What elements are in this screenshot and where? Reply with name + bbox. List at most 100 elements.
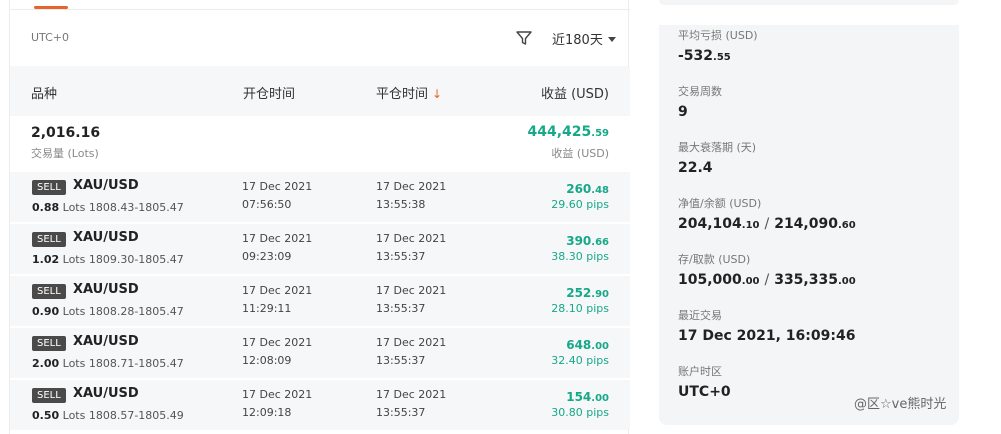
side-badge: SELL — [32, 180, 66, 195]
lots-info: 0.90 Lots 1808.28-1805.47 — [32, 305, 184, 318]
close-time: 13:55:37 — [376, 250, 426, 263]
equity-dec: .10 — [741, 220, 760, 231]
active-tab-indicator — [34, 6, 68, 9]
symbol: XAU/USD — [73, 282, 139, 297]
separator: / — [764, 216, 770, 232]
symbol: XAU/USD — [73, 334, 139, 349]
lots-value: 1.02 — [32, 253, 60, 266]
lots-value: 0.88 — [32, 201, 60, 214]
open-time: 12:09:18 — [242, 406, 292, 419]
lots-value: 2.00 — [32, 357, 60, 370]
close-time: 13:55:37 — [376, 406, 426, 419]
open-date: 17 Dec 2021 — [242, 284, 313, 297]
trade-history-panel: UTC+0 近180天 品种 开仓时间 平仓时间 ↓ 收益 (USD) 2,016… — [9, 0, 630, 434]
lots-info: 2.00 Lots 1808.71-1805.47 — [32, 357, 184, 370]
close-time: 13:55:37 — [376, 354, 426, 367]
chevron-down-icon — [607, 37, 616, 42]
header-close-time[interactable]: 平仓时间 ↓ — [376, 83, 442, 102]
lots-range: Lots 1808.43-1805.47 — [59, 201, 184, 214]
table-row[interactable]: SELL XAU/USD 2.00 Lots 1808.71-1805.47 1… — [10, 326, 630, 378]
symbol: XAU/USD — [73, 178, 139, 193]
deposit-withdraw-value: 105,000.00/335,335.00 — [678, 272, 856, 288]
tab-strip — [10, 0, 630, 10]
trade-profit-dec: .48 — [591, 185, 609, 196]
open-date: 17 Dec 2021 — [242, 180, 313, 193]
trade-profit-int: 252 — [566, 286, 592, 300]
trade-profit-int: 648 — [566, 338, 592, 352]
trade-profit-int: 260 — [566, 182, 592, 196]
side-badge: SELL — [32, 336, 66, 351]
trade-profit: 260.48 — [566, 182, 609, 196]
weeks-label: 交易周数 — [678, 85, 722, 98]
table-row[interactable]: SELL XAU/USD 0.50 Lots 1808.57-1805.49 1… — [10, 378, 630, 430]
trade-profit-dec: .90 — [591, 289, 609, 300]
lots-range: Lots 1808.28-1805.47 — [59, 305, 184, 318]
stats-panel-top — [659, 0, 959, 5]
avg-loss-value: -532.55 — [678, 48, 731, 64]
trade-profit-dec: .00 — [591, 393, 609, 404]
trade-profit-dec: .66 — [591, 237, 609, 248]
lots-range: Lots 1808.57-1805.49 — [59, 409, 184, 422]
filter-bar: UTC+0 近180天 — [10, 10, 630, 66]
side-badge: SELL — [32, 284, 66, 299]
trade-profit-int: 154 — [566, 390, 592, 404]
drawdown-value: 22.4 — [678, 160, 713, 176]
balance-dec: .60 — [837, 220, 856, 231]
open-date: 17 Dec 2021 — [242, 388, 313, 401]
trade-pips: 32.40 pips — [551, 354, 609, 367]
timezone-label: UTC+0 — [31, 31, 70, 44]
close-date: 17 Dec 2021 — [376, 336, 447, 349]
trade-profit-int: 390 — [566, 234, 592, 248]
avg-loss-int: -532 — [678, 48, 714, 64]
table-row[interactable]: SELL XAU/USD 0.88 Lots 1808.43-1805.47 1… — [10, 170, 630, 222]
open-time: 07:56:50 — [242, 198, 292, 211]
open-date: 17 Dec 2021 — [242, 232, 313, 245]
close-date: 17 Dec 2021 — [376, 284, 447, 297]
trade-profit: 252.90 — [566, 286, 609, 300]
weeks-value: 9 — [678, 104, 688, 120]
lots-value: 0.50 — [32, 409, 60, 422]
open-time: 09:23:09 — [242, 250, 292, 263]
trade-profit: 648.00 — [566, 338, 609, 352]
total-volume-label: 交易量 (Lots) — [31, 147, 99, 160]
trade-pips: 30.80 pips — [551, 406, 609, 419]
total-volume: 2,016.16 — [31, 125, 101, 141]
table-row[interactable]: SELL XAU/USD 0.90 Lots 1808.28-1805.47 1… — [10, 274, 630, 326]
table-header: 品种 开仓时间 平仓时间 ↓ 收益 (USD) — [10, 66, 630, 116]
header-profit[interactable]: 收益 (USD) — [541, 83, 609, 102]
lots-range: Lots 1809.30-1805.47 — [59, 253, 184, 266]
trade-profit: 390.66 — [566, 234, 609, 248]
watermark: @区☆ve熊时光 — [854, 397, 947, 412]
stats-panel: 平均亏损 (USD) -532.55 交易周数 9 最大衰落期 (天) 22.4… — [659, 25, 959, 425]
drawdown-label: 最大衰落期 (天) — [678, 141, 757, 154]
close-date: 17 Dec 2021 — [376, 232, 447, 245]
separator: / — [764, 272, 770, 288]
header-open-time[interactable]: 开仓时间 — [243, 83, 295, 102]
deposit-int: 105,000 — [678, 272, 742, 288]
equity-label: 净值/余额 (USD) — [678, 197, 762, 210]
lots-info: 1.02 Lots 1809.30-1805.47 — [32, 253, 184, 266]
deposit-dec: .00 — [741, 276, 760, 287]
open-date: 17 Dec 2021 — [242, 336, 313, 349]
trade-pips: 28.10 pips — [551, 302, 609, 315]
account-tz-label: 账户时区 — [678, 365, 722, 378]
total-profit-int: 444,425 — [527, 124, 592, 140]
balance-int: 214,090 — [774, 216, 838, 232]
lots-info: 0.88 Lots 1808.43-1805.47 — [32, 201, 184, 214]
funnel-icon[interactable] — [515, 29, 533, 47]
open-time: 12:08:09 — [242, 354, 292, 367]
side-badge: SELL — [32, 388, 66, 403]
total-profit: 444,425.59 — [528, 124, 609, 140]
period-dropdown[interactable]: 近180天 — [552, 29, 616, 48]
symbol: XAU/USD — [73, 230, 139, 245]
total-profit-dec: .59 — [591, 128, 609, 139]
account-tz-value: UTC+0 — [678, 384, 731, 400]
table-row[interactable]: SELL XAU/USD 1.02 Lots 1809.30-1805.47 1… — [10, 222, 630, 274]
withdraw-dec: .00 — [837, 276, 856, 287]
open-time: 11:29:11 — [242, 302, 292, 315]
header-symbol: 品种 — [31, 87, 58, 102]
close-time: 13:55:38 — [376, 198, 426, 211]
last-trade-value: 17 Dec 2021, 16:09:46 — [678, 328, 856, 344]
trade-profit-dec: .00 — [591, 341, 609, 352]
header-close-time-label: 平仓时间 — [376, 87, 429, 102]
